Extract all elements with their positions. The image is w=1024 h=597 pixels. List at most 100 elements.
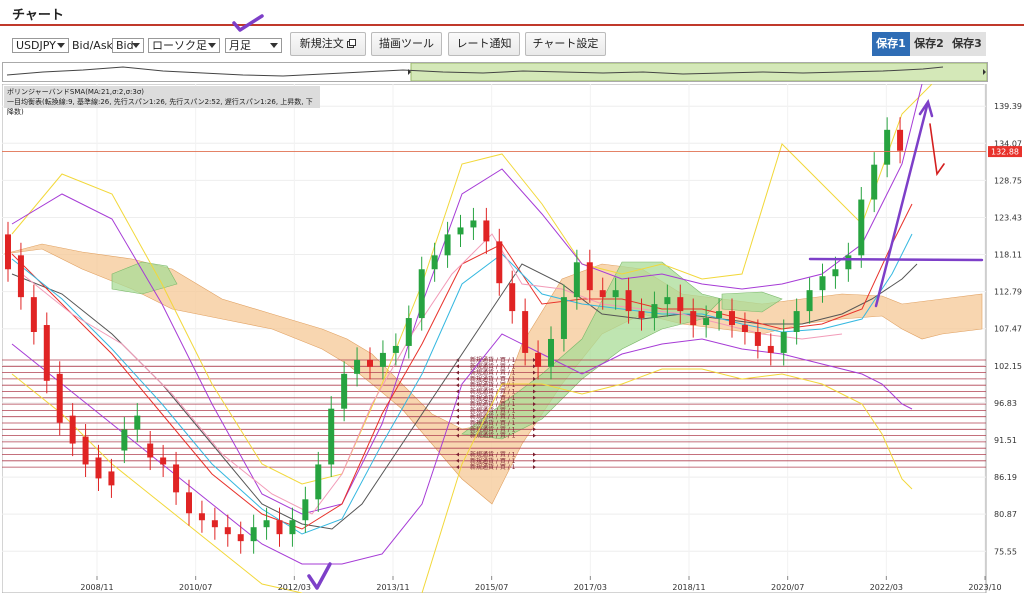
page-title: チャート <box>12 8 64 23</box>
price-axis: 139.39134.07128.75123.43118.11112.79107.… <box>994 102 1022 556</box>
candle <box>845 255 852 270</box>
x-tick-label: 2020/07 <box>771 583 804 592</box>
check-mark-annotation-period <box>232 14 264 32</box>
candle <box>767 345 774 353</box>
bidask-value: Bid <box>116 39 134 52</box>
y-tick-label: 91.51 <box>994 436 1017 445</box>
candle <box>250 527 257 542</box>
new-order-button[interactable]: 新規注文 <box>290 32 366 56</box>
candle <box>729 311 735 326</box>
candle <box>897 129 904 151</box>
order-line-label: 新規通貨 / 買 / 1 <box>470 432 516 440</box>
candle <box>496 241 503 284</box>
chart-type-select[interactable]: ローソク足 <box>148 38 220 53</box>
y-tick-label: 139.39 <box>994 102 1022 111</box>
rate-alert-button[interactable]: レート通知 <box>448 32 520 56</box>
candle <box>56 373 63 423</box>
price-chart[interactable]: 新規通貨 / 買 / 1 新規通貨 / 買 / 1 新規通貨 / 買 / 1 新規通貨… <box>1 83 1022 594</box>
symbol-value: USDJPY <box>16 39 56 52</box>
legend-ichimoku: 一目均衡表(転換線:9, 基準線:26, 先行スパン1:26, 先行スパン2:5… <box>7 98 313 116</box>
candle <box>858 199 865 256</box>
candle <box>302 499 309 521</box>
chart-settings-button[interactable]: チャート設定 <box>525 32 606 56</box>
y-tick-label: 86.19 <box>994 473 1017 482</box>
y-tick-label: 96.83 <box>994 399 1017 408</box>
plot-area <box>1 83 987 594</box>
candle <box>535 352 542 367</box>
candle <box>703 318 710 326</box>
candle <box>211 520 218 528</box>
candle <box>5 234 11 270</box>
candle <box>160 457 167 465</box>
candle <box>716 311 723 319</box>
candle <box>522 311 529 353</box>
candle <box>69 415 76 444</box>
window-icon <box>347 39 357 48</box>
candle <box>884 129 891 165</box>
candle <box>17 255 24 298</box>
candle <box>289 520 296 535</box>
save-slot-3[interactable]: 保存3 <box>948 32 986 56</box>
candle <box>224 527 231 535</box>
drawing-tools-button[interactable]: 描画ツール <box>371 32 442 56</box>
x-tick-label: 2010/07 <box>179 583 212 592</box>
chevron-down-icon <box>208 43 216 48</box>
candle <box>82 436 89 465</box>
candle <box>237 534 244 542</box>
candle <box>806 290 813 312</box>
x-tick-label: 2018/11 <box>672 583 705 592</box>
y-tick-label: 123.43 <box>994 213 1022 222</box>
candle <box>832 269 839 277</box>
y-tick-label: 128.75 <box>994 176 1022 185</box>
candle <box>638 311 645 319</box>
chart-toolbar: USDJPY Bid/Ask Bid ローソク足 月足 新規注文 描画ツール レ… <box>0 30 1024 60</box>
y-tick-label: 80.87 <box>994 510 1017 519</box>
candle <box>173 464 180 493</box>
x-tick-label: 2017/03 <box>574 583 607 592</box>
candle <box>341 373 348 409</box>
period-select[interactable]: 月足 <box>225 38 282 53</box>
y-tick-label: 102.15 <box>994 362 1022 371</box>
candle <box>664 297 671 305</box>
chart-canvas[interactable]: 新規通貨 / 買 / 1新規通貨 / 買 / 1新規通貨 / 買 / 1新規通貨… <box>1 83 1022 594</box>
candle <box>690 311 697 326</box>
candle <box>586 262 593 291</box>
chevron-down-icon <box>270 43 278 48</box>
candle <box>483 220 490 242</box>
bidask-select[interactable]: Bid <box>112 38 144 53</box>
candle <box>328 408 335 465</box>
x-tick-label: 2008/11 <box>80 583 113 592</box>
bidask-label: Bid/Ask <box>72 39 113 52</box>
y-tick-label: 75.55 <box>994 547 1017 556</box>
candle <box>677 297 684 312</box>
candle <box>276 520 283 535</box>
x-tick-label: 2012/03 <box>278 583 311 592</box>
y-tick-label: 112.79 <box>994 288 1022 297</box>
candle <box>444 234 451 256</box>
candle <box>392 345 399 353</box>
candle <box>612 290 619 298</box>
candle <box>379 352 386 367</box>
x-tick-label: 2015/07 <box>475 583 508 592</box>
candle <box>741 325 748 332</box>
save-slot-1[interactable]: 保存1 <box>872 32 910 56</box>
candle <box>470 220 477 228</box>
candle <box>457 227 464 235</box>
candle <box>405 318 412 346</box>
candle <box>134 415 141 430</box>
symbol-select[interactable]: USDJPY <box>12 38 69 53</box>
candle <box>30 297 37 332</box>
save-slot-2[interactable]: 保存2 <box>910 32 948 56</box>
candle <box>121 429 128 451</box>
candle <box>754 332 761 346</box>
candle <box>548 338 554 367</box>
candle <box>599 290 606 298</box>
candle <box>780 332 787 353</box>
candle <box>418 269 425 319</box>
range-navigator[interactable] <box>2 62 988 82</box>
candle <box>367 359 373 367</box>
period-value: 月足 <box>229 39 251 52</box>
indicator-legend: ボリンジャーバンドSMA(MA:21,σ:2,σ:3σ) 一目均衡表(転換線:9… <box>4 86 320 116</box>
y-tick-label: 107.47 <box>994 325 1022 334</box>
candle <box>263 520 270 528</box>
